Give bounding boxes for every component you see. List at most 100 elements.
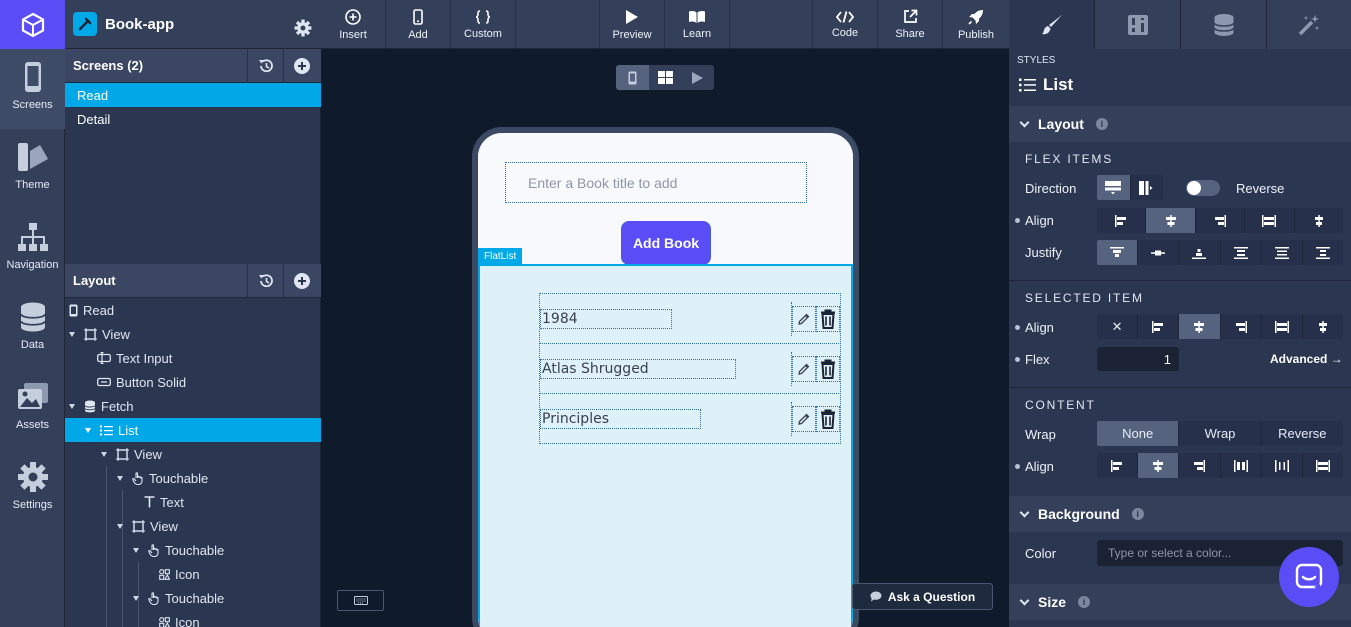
share-button[interactable]: Share: [878, 0, 943, 49]
tab-interactions[interactable]: [1267, 0, 1351, 49]
rail-assets[interactable]: Assets: [0, 369, 65, 449]
wrap-none-button[interactable]: None: [1097, 421, 1180, 446]
layout-section-header[interactable]: Layout i: [1009, 106, 1351, 142]
tree-item-touchable[interactable]: Touchable: [65, 586, 321, 610]
align-baseline-button[interactable]: [1295, 208, 1343, 233]
tab-props[interactable]: [1095, 0, 1181, 49]
caret-down-icon[interactable]: [133, 595, 139, 601]
insert-button[interactable]: Insert: [321, 0, 386, 49]
book-title-input[interactable]: Enter a Book title to add: [505, 162, 807, 203]
wrap-reverse-button[interactable]: Reverse: [1262, 421, 1343, 446]
delete-button[interactable]: [816, 356, 840, 382]
tree-item-text-input[interactable]: Text Input: [65, 346, 321, 370]
align-end-button[interactable]: [1196, 208, 1246, 233]
content-align-center-button[interactable]: [1138, 453, 1180, 478]
caret-down-icon[interactable]: [69, 403, 75, 409]
project-settings-gear-icon[interactable]: [294, 19, 312, 37]
caret-down-icon[interactable]: [101, 451, 107, 457]
content-align-end-button[interactable]: [1179, 453, 1221, 478]
tree-item-fetch[interactable]: Fetch: [65, 394, 321, 418]
align-stretch-button[interactable]: [1245, 208, 1295, 233]
flex-input[interactable]: 1: [1097, 347, 1179, 371]
rail-data[interactable]: Data: [0, 289, 65, 369]
add-book-button[interactable]: Add Book: [621, 221, 711, 265]
screens-history-button[interactable]: [247, 49, 283, 83]
layout-history-button[interactable]: [247, 264, 283, 298]
advanced-link[interactable]: Advanced →: [1270, 352, 1343, 366]
tab-data[interactable]: [1181, 0, 1267, 49]
info-icon[interactable]: i: [1078, 596, 1091, 608]
align-start-button[interactable]: [1097, 208, 1147, 233]
tree-item-view[interactable]: View: [65, 514, 321, 538]
justify-end-button[interactable]: [1179, 240, 1221, 265]
grid-view-button[interactable]: [649, 65, 682, 90]
caret-down-icon[interactable]: [117, 523, 123, 529]
content-align-start-button[interactable]: [1097, 453, 1139, 478]
justify-evenly-button[interactable]: [1303, 240, 1343, 265]
caret-down-icon[interactable]: [117, 475, 123, 481]
screens-add-button[interactable]: [283, 49, 319, 83]
app-logo[interactable]: [0, 0, 65, 49]
content-align-around-button[interactable]: [1262, 453, 1303, 478]
content-align-between-button[interactable]: [1221, 453, 1262, 478]
tree-item-view[interactable]: View: [65, 442, 321, 466]
screen-item-detail[interactable]: Detail: [65, 107, 321, 131]
ask-question-button[interactable]: Ask a Question: [852, 583, 993, 610]
align-self-baseline-button[interactable]: [1303, 314, 1343, 339]
support-chat-button[interactable]: [1279, 547, 1339, 607]
info-icon[interactable]: i: [1131, 508, 1144, 520]
rail-screens[interactable]: Screens: [0, 49, 65, 129]
align-self-stretch-button[interactable]: [1262, 314, 1303, 339]
caret-down-icon[interactable]: [85, 427, 91, 433]
flatlist[interactable]: 1984 Atlas Shrugged Principles: [478, 264, 853, 627]
layout-add-button[interactable]: [283, 264, 319, 298]
code-button[interactable]: Code: [813, 0, 878, 49]
caret-down-icon[interactable]: [133, 547, 139, 553]
list-item[interactable]: 1984: [539, 293, 841, 344]
direction-row-button[interactable]: [1131, 175, 1164, 200]
tab-styles[interactable]: [1009, 0, 1095, 49]
tree-item-touchable[interactable]: Touchable: [65, 538, 321, 562]
tree-item-text[interactable]: Text: [65, 490, 321, 514]
caret-down-icon[interactable]: [69, 331, 75, 337]
wrap-wrap-button[interactable]: Wrap: [1179, 421, 1262, 446]
tree-item-read[interactable]: Read: [65, 298, 321, 322]
direction-column-button[interactable]: [1097, 175, 1131, 200]
learn-button[interactable]: Learn: [665, 0, 730, 49]
align-center-button[interactable]: [1146, 208, 1196, 233]
justify-start-button[interactable]: [1097, 240, 1139, 265]
book-title[interactable]: Principles: [540, 409, 701, 429]
list-item[interactable]: Atlas Shrugged: [539, 343, 841, 394]
phone-view-button[interactable]: [616, 65, 649, 90]
book-title[interactable]: Atlas Shrugged: [540, 359, 736, 379]
rail-navigation[interactable]: Navigation: [0, 209, 65, 289]
book-title[interactable]: 1984: [540, 309, 672, 329]
edit-button[interactable]: [792, 406, 816, 432]
keyboard-toggle[interactable]: [337, 590, 384, 611]
align-self-center-button[interactable]: [1179, 314, 1221, 339]
align-self-start-button[interactable]: [1138, 314, 1180, 339]
list-item[interactable]: Principles: [539, 393, 841, 444]
align-self-end-button[interactable]: [1221, 314, 1262, 339]
reverse-toggle[interactable]: [1186, 180, 1220, 196]
screen-item-read[interactable]: Read: [65, 83, 321, 107]
align-self-none-button[interactable]: ✕: [1097, 314, 1139, 339]
edit-button[interactable]: [792, 356, 816, 382]
tree-item-icon[interactable]: Icon: [65, 610, 321, 627]
tree-item-list[interactable]: List: [65, 418, 321, 442]
tree-item-view[interactable]: View: [65, 322, 321, 346]
tree-item-button-solid[interactable]: Button Solid: [65, 370, 321, 394]
content-align-stretch-button[interactable]: [1303, 453, 1343, 478]
justify-around-button[interactable]: [1262, 240, 1303, 265]
background-section-header[interactable]: Background i: [1009, 496, 1351, 532]
preview-button[interactable]: Preview: [600, 0, 665, 49]
delete-button[interactable]: [816, 406, 840, 432]
publish-button[interactable]: Publish: [943, 0, 1009, 49]
info-icon[interactable]: i: [1095, 118, 1108, 130]
add-button[interactable]: Add: [386, 0, 451, 49]
tree-item-icon[interactable]: Icon: [65, 562, 321, 586]
tree-item-touchable[interactable]: Touchable: [65, 466, 321, 490]
play-view-button[interactable]: [681, 65, 714, 90]
rail-settings[interactable]: Settings: [0, 449, 65, 529]
rail-theme[interactable]: Theme: [0, 129, 65, 209]
